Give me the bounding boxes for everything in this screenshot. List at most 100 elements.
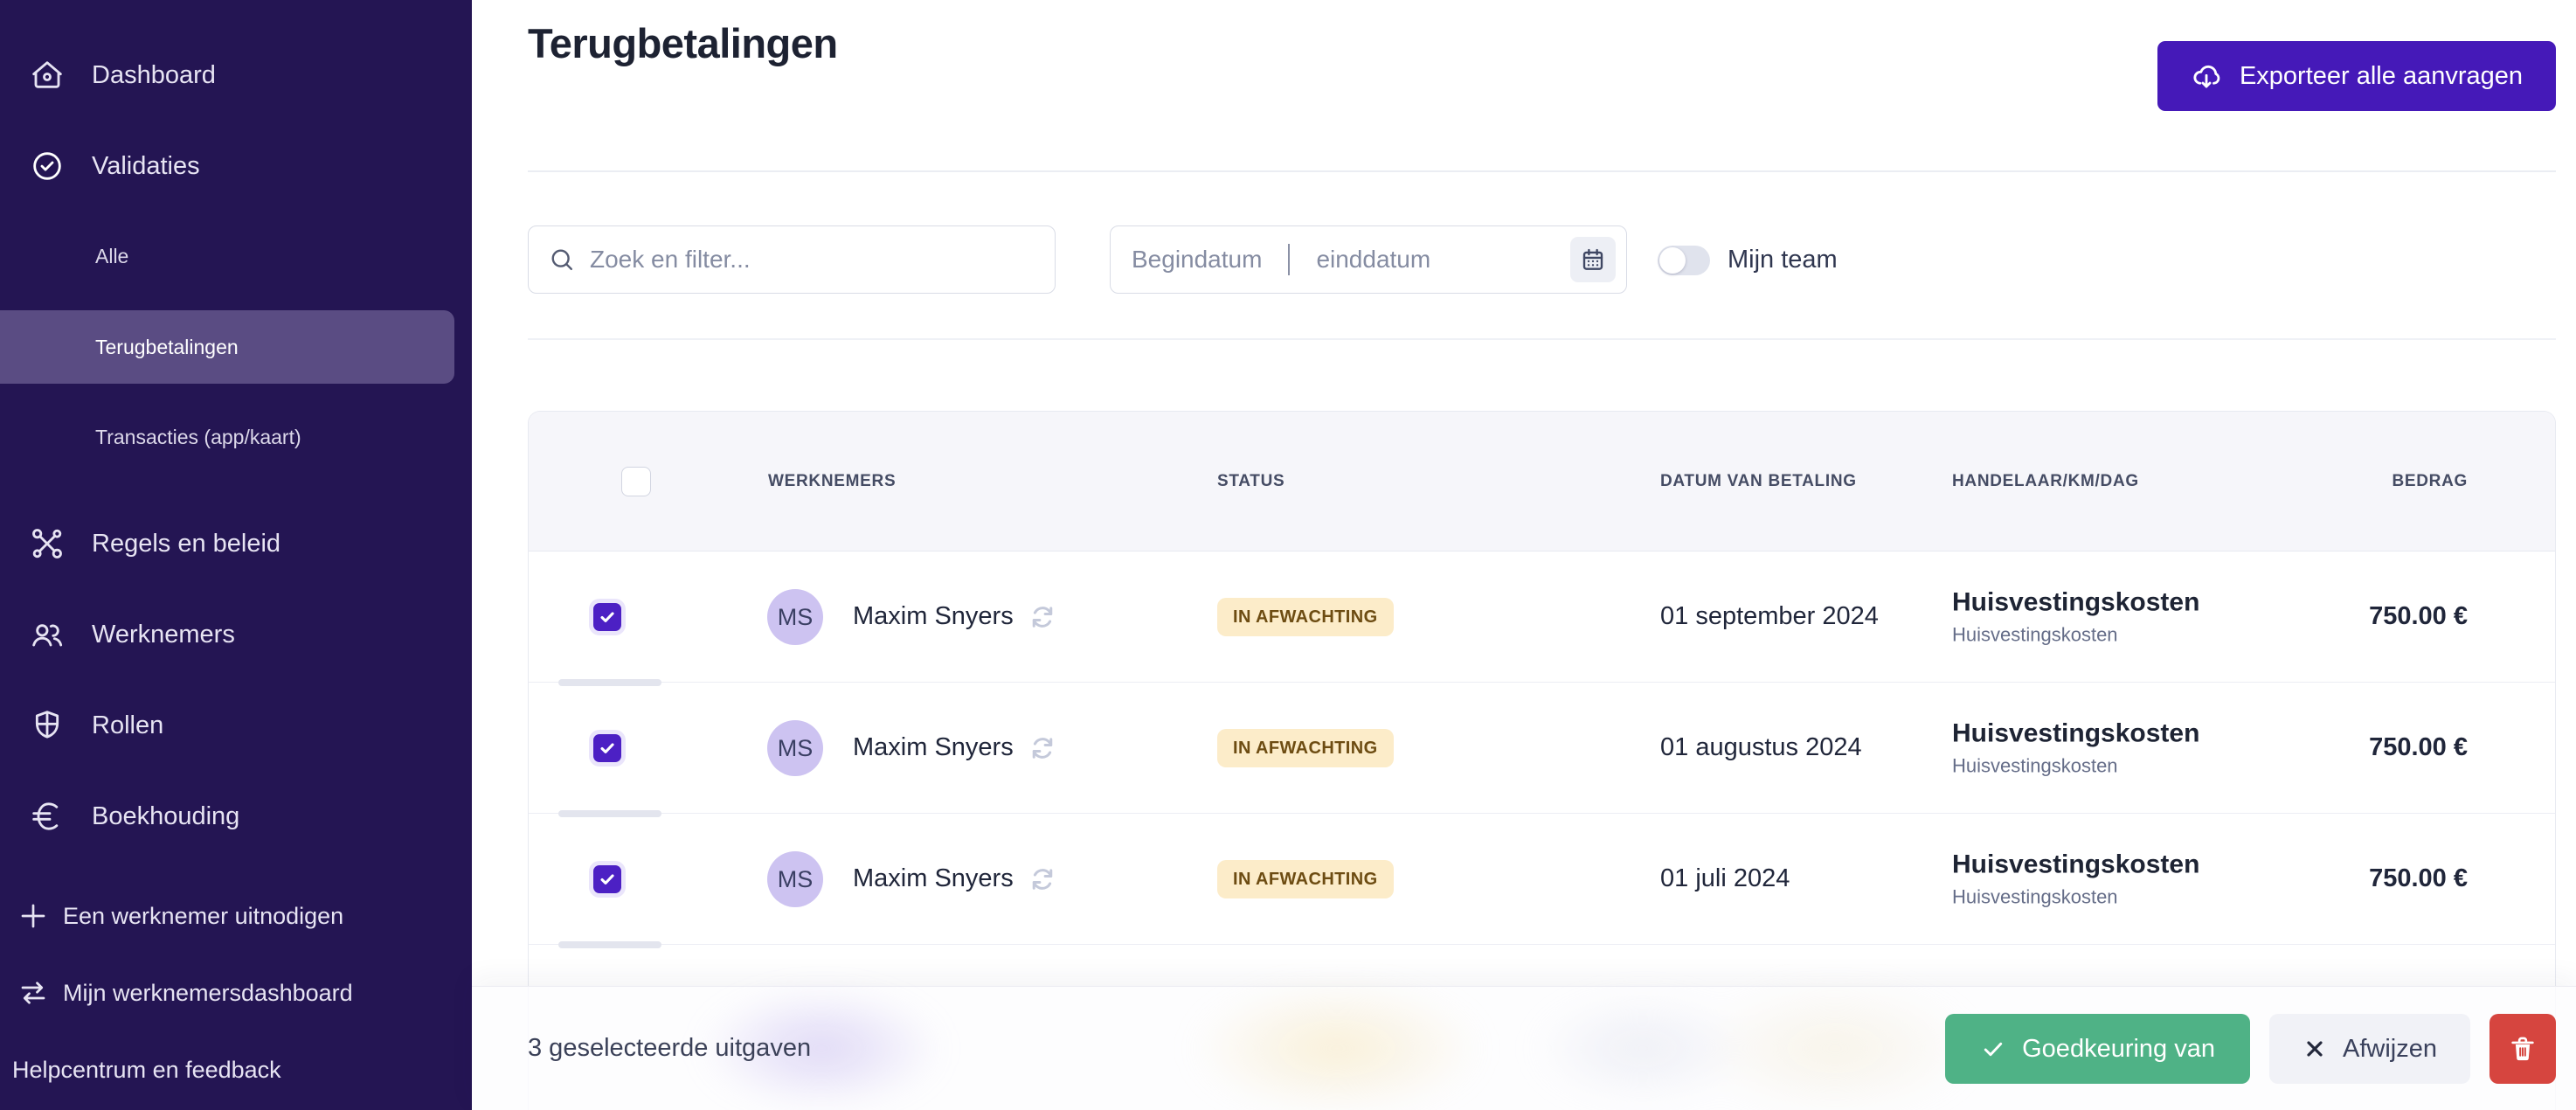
column-header-merchant: HANDELAAR/KM/DAG (1952, 412, 2139, 551)
status-badge: IN AFWACHTING (1217, 598, 1394, 636)
sidebar-item-label: Terugbetalingen (95, 336, 239, 359)
column-header-payment-date: DATUM VAN BETALING (1660, 412, 1857, 551)
employee-name: Maxim Snyers (853, 602, 1014, 631)
sidebar-item-label: Boekhouding (92, 802, 239, 831)
people-icon (30, 617, 65, 652)
reject-button-label: Afwijzen (2343, 1035, 2437, 1064)
status-badge: IN AFWACHTING (1217, 860, 1394, 898)
home-icon (30, 58, 65, 93)
merchant-cell: Huisvestingskosten Huisvestingskosten (1952, 587, 2199, 647)
avatar: MS (767, 589, 823, 645)
my-team-label: Mijn team (1728, 225, 1838, 294)
search-filter-box (528, 225, 1056, 294)
sidebar-item-label: Rollen (92, 711, 163, 740)
status-badge: IN AFWACHTING (1217, 729, 1394, 767)
euro-icon (30, 799, 65, 834)
shield-icon (30, 708, 65, 743)
export-all-requests-button[interactable]: Exporteer alle aanvragen (2157, 41, 2556, 111)
date-separator (1288, 244, 1290, 275)
refresh-icon (1028, 864, 1057, 894)
merchant-cell: Huisvestingskosten Huisvestingskosten (1952, 718, 2199, 778)
selection-action-bar: 3 geselecteerde uitgaven Goedkeuring van… (472, 986, 2576, 1110)
selection-count-text: 3 geselecteerde uitgaven (528, 987, 811, 1110)
amount: 750.00 € (2369, 683, 2468, 813)
merchant-title: Huisvestingskosten (1952, 718, 2199, 749)
merchant-subtitle: Huisvestingskosten (1952, 885, 2199, 908)
employee-name: Maxim Snyers (853, 733, 1014, 762)
check-icon (598, 739, 617, 758)
sidebar-item-label: Alle (95, 245, 128, 268)
sidebar-item-label: Regels en beleid (92, 530, 280, 558)
sidebar-item-label: Werknemers (92, 621, 235, 649)
network-icon (30, 526, 65, 561)
sidebar-item-dashboard[interactable]: Dashboard (30, 49, 216, 101)
selection-actions: Goedkeuring van Afwijzen (1945, 1014, 2556, 1084)
main-content: Terugbetalingen Exporteer alle aanvragen… (472, 0, 2576, 1110)
table-row[interactable]: MS Maxim Snyers IN AFWACHTING 01 septemb… (529, 552, 2555, 683)
my-team-toggle[interactable] (1658, 246, 1710, 275)
payment-date: 01 augustus 2024 (1660, 683, 1862, 813)
cloud-download-icon (2191, 60, 2222, 92)
sidebar-item-alle[interactable]: Alle (95, 234, 128, 278)
avatar: MS (767, 720, 823, 776)
page-title: Terugbetalingen (528, 19, 838, 67)
search-input[interactable] (590, 246, 1035, 274)
delete-button[interactable] (2489, 1014, 2556, 1084)
table-row[interactable]: MS Maxim Snyers IN AFWACHTING 01 juli 20… (529, 814, 2555, 945)
check-icon (598, 607, 617, 627)
table-row[interactable]: MS Maxim Snyers IN AFWACHTING 01 augustu… (529, 683, 2555, 814)
app-root: Dashboard Validaties Alle Terugbetalinge… (0, 0, 2576, 1110)
approve-button[interactable]: Goedkeuring van (1945, 1014, 2250, 1084)
header-divider (528, 170, 2556, 172)
sidebar-my-employee-dashboard[interactable]: Mijn werknemersdashboard (17, 967, 353, 1019)
sidebar-item-transacties[interactable]: Transacties (app/kaart) (95, 415, 301, 459)
sidebar-help-center[interactable]: Helpcentrum en feedback (12, 1044, 281, 1096)
column-header-employees: WERKNEMERS (768, 412, 896, 551)
employee-name: Maxim Snyers (853, 864, 1014, 893)
row-divider-tick (558, 941, 661, 948)
row-checkbox[interactable] (593, 865, 621, 893)
merchant-cell: Huisvestingskosten Huisvestingskosten (1952, 850, 2199, 909)
refresh-icon (1028, 733, 1057, 763)
calendar-icon (1580, 246, 1606, 273)
sidebar-item-label: Validaties (92, 152, 200, 181)
sidebar-action-label: Mijn werknemersdashboard (63, 980, 353, 1007)
trash-icon (2508, 1034, 2538, 1064)
calendar-button[interactable] (1570, 237, 1616, 282)
sidebar-invite-employee[interactable]: Een werknemer uitnodigen (17, 890, 343, 942)
select-all-checkbox[interactable] (621, 467, 651, 496)
sidebar-item-rollen[interactable]: Rollen (30, 699, 163, 752)
row-checkbox[interactable] (593, 603, 621, 631)
reject-button[interactable]: Afwijzen (2269, 1014, 2470, 1084)
start-date-field[interactable]: Begindatum (1132, 246, 1262, 274)
approve-button-label: Goedkeuring van (2022, 1035, 2215, 1064)
export-button-label: Exporteer alle aanvragen (2240, 62, 2523, 91)
table-header-row: WERKNEMERS STATUS DATUM VAN BETALING HAN… (529, 412, 2555, 552)
sidebar-item-boekhouding[interactable]: Boekhouding (30, 790, 239, 843)
row-checkbox[interactable] (593, 734, 621, 762)
sidebar-item-validaties[interactable]: Validaties (30, 140, 200, 192)
row-divider-tick (558, 679, 661, 686)
amount: 750.00 € (2369, 814, 2468, 944)
filter-divider (528, 338, 2556, 340)
date-range-picker[interactable]: Begindatum einddatum (1110, 225, 1627, 294)
sidebar-item-label: Dashboard (92, 61, 216, 90)
check-circle-icon (30, 149, 65, 184)
sidebar-item-werknemers[interactable]: Werknemers (30, 608, 235, 661)
column-header-status: STATUS (1217, 412, 1285, 551)
end-date-field[interactable]: einddatum (1316, 246, 1430, 274)
column-header-amount: BEDRAG (2392, 412, 2468, 551)
toggle-knob (1659, 247, 1686, 274)
payment-date: 01 juli 2024 (1660, 814, 1790, 944)
row-divider-tick (558, 810, 661, 817)
sidebar-item-regels-en-beleid[interactable]: Regels en beleid (30, 517, 280, 570)
refresh-icon (1028, 602, 1057, 632)
merchant-subtitle: Huisvestingskosten (1952, 754, 2199, 777)
check-icon (1980, 1036, 2006, 1062)
merchant-title: Huisvestingskosten (1952, 850, 2199, 880)
sidebar: Dashboard Validaties Alle Terugbetalinge… (0, 0, 472, 1110)
sidebar-item-terugbetalingen[interactable]: Terugbetalingen (0, 310, 454, 384)
merchant-subtitle: Huisvestingskosten (1952, 623, 2199, 646)
check-icon (598, 870, 617, 889)
sidebar-item-label: Transacties (app/kaart) (95, 426, 301, 449)
